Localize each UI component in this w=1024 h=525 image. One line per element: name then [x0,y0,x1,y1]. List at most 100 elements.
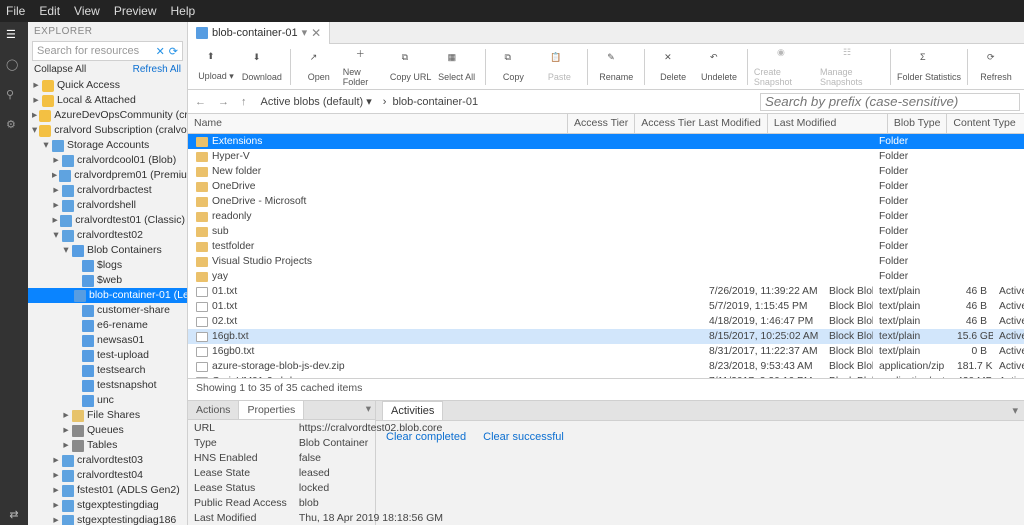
menu-preview[interactable]: Preview [114,4,157,18]
grid-row[interactable]: azure-storage-blob-js-dev.zip8/23/2018, … [188,359,1024,374]
tree-node[interactable]: ▾Storage Accounts [28,138,187,153]
grid-row[interactable]: Visual Studio ProjectsFolder [188,254,1024,269]
tree-node[interactable]: e6-rename [28,318,187,333]
panel-collapse-icon[interactable]: ▾ [362,401,375,419]
person-icon[interactable]: ◯ [6,58,22,74]
refresh-button[interactable]: ⟳Refresh [974,45,1018,89]
col-mod[interactable]: Last Modified [768,114,888,133]
tree-node[interactable]: ▾Blob Containers [28,243,187,258]
tree-node[interactable]: ▾cralvordtest02 [28,228,187,243]
clear-successful-link[interactable]: Clear successful [483,431,564,443]
grid-row[interactable]: New folderFolder [188,164,1024,179]
tree-node[interactable]: ▸File Shares [28,408,187,423]
grid-row[interactable]: 01.txt7/26/2019, 11:39:22 AMBlock Blobte… [188,284,1024,299]
tree-node[interactable]: ▸fstest01 (ADLS Gen2) [28,483,187,498]
grid-row[interactable]: 16gb0.txt8/31/2017, 11:22:37 AMBlock Blo… [188,344,1024,359]
download-button[interactable]: ⬇Download [240,45,284,89]
col-access[interactable]: Access Tier [568,114,635,133]
grid-row[interactable]: 01.txt5/7/2019, 1:15:45 PMBlock Blobtext… [188,299,1024,314]
tree-node[interactable]: blob-container-01 (Leased) [28,288,187,303]
tree-node[interactable]: ▸cralvordtest03 [28,453,187,468]
grid-row[interactable]: 16gb.txt8/15/2017, 10:25:02 AMBlock Blob… [188,329,1024,344]
tree-node[interactable]: ▸cralvordprem01 (Premium) [28,168,187,183]
tab-dropdown-icon[interactable]: ▾ [302,26,308,39]
copy-url-button[interactable]: ⧉Copy URL [389,45,433,89]
tree-node[interactable]: test-upload [28,348,187,363]
status-corner-icon[interactable]: ⇄ [0,503,28,525]
tree-node[interactable]: ▸stgexptestingdiag [28,498,187,513]
scope-dropdown[interactable]: Active blobs (default) ▾ [256,93,377,110]
tree-node[interactable]: ▸cralvordshell [28,198,187,213]
nav-up-icon[interactable]: ↑ [238,96,250,108]
tab-label: blob-container-01 [212,27,298,39]
tree-node[interactable]: ▸cralvordtest01 (Classic) [28,213,187,228]
copy-button[interactable]: ⧉Copy [491,45,535,89]
tree-node[interactable]: newsas01 [28,333,187,348]
tree-node[interactable]: ▾cralvord Subscription (cralvord@microso… [28,123,187,138]
undelete-button[interactable]: ↶Undelete [697,45,741,89]
copy-icon: ⧉ [504,52,522,70]
grid-row[interactable]: subFolder [188,224,1024,239]
tab-properties[interactable]: Properties [239,401,304,419]
grid-row[interactable]: OneDriveFolder [188,179,1024,194]
tree-node[interactable]: ▸Tables [28,438,187,453]
nav-fwd-icon[interactable]: → [215,96,232,108]
list-icon[interactable]: ☰ [6,28,22,44]
menu-file[interactable]: File [6,4,25,18]
copy-url-icon: ⧉ [402,52,420,70]
grid-row[interactable]: CraigVM01-2.vhdx7/11/2017, 3:20:16 PMBlo… [188,374,1024,378]
tree-node[interactable]: ▸AzureDevOpsCommunity (cralvord@microso [28,108,187,123]
tree-node[interactable]: $logs [28,258,187,273]
refresh-icon[interactable]: ⟳ [169,45,178,58]
tree-node[interactable]: ▸cralvordcool01 (Blob) [28,153,187,168]
menu-view[interactable]: View [74,4,100,18]
plug-icon[interactable]: ⚲ [6,88,22,104]
stats-button[interactable]: ΣFolder Statistics [897,45,961,89]
grid-row[interactable]: readonlyFolder [188,209,1024,224]
col-btype[interactable]: Blob Type [888,114,948,133]
delete-button[interactable]: ✕Delete [651,45,695,89]
tree-node[interactable]: customer-share [28,303,187,318]
new-folder-button[interactable]: ＋New Folder [343,45,387,89]
grid-row[interactable]: testfolderFolder [188,239,1024,254]
nav-back-icon[interactable]: ← [192,96,209,108]
tree-node[interactable]: testsearch [28,363,187,378]
grid-row[interactable]: 02.txt4/18/2019, 1:46:47 PMBlock Blobtex… [188,314,1024,329]
tree-node[interactable]: ▸Local & Attached [28,93,187,108]
tree-node[interactable]: testsnapshot [28,378,187,393]
tree-node[interactable]: ▸cralvordtest04 [28,468,187,483]
col-ctype[interactable]: Content Type [947,114,1024,133]
tree-node[interactable]: unc [28,393,187,408]
rename-button[interactable]: ✎Rename [594,45,638,89]
tree-node[interactable]: ▸Quick Access [28,78,187,93]
filter-input[interactable] [760,93,1020,111]
collapse-all-link[interactable]: Collapse All [34,64,86,75]
col-accessmod[interactable]: Access Tier Last Modified [635,114,768,133]
search-clear-icon[interactable]: ✕ [156,45,165,58]
tree-node[interactable]: ▸Queues [28,423,187,438]
grid-row[interactable]: OneDrive - MicrosoftFolder [188,194,1024,209]
upload-button[interactable]: ⬆Upload ▾ [194,45,238,89]
menu-edit[interactable]: Edit [39,4,60,18]
tab-close-icon[interactable]: ✕ [311,26,321,40]
clear-completed-link[interactable]: Clear completed [386,431,466,443]
paste-icon: 📋 [550,52,568,70]
grid-row[interactable]: ExtensionsFolder [188,134,1024,149]
refresh-all-link[interactable]: Refresh All [133,64,181,75]
tree-node[interactable]: ▸cralvordrbactest [28,183,187,198]
menu-help[interactable]: Help [171,4,196,18]
tab-blob-container[interactable]: blob-container-01 ▾ ✕ [188,22,330,44]
gear-icon[interactable]: ⚙ [6,118,22,134]
tree-node[interactable]: ▸stgexptestingdiag186 [28,513,187,525]
breadcrumb[interactable]: blob-container-01 [392,96,478,108]
select-all-button[interactable]: ▦Select All [435,45,479,89]
grid-row[interactable]: Hyper-VFolder [188,149,1024,164]
tab-activities[interactable]: Activities [382,401,443,420]
grid-row[interactable]: yayFolder [188,269,1024,284]
activities-collapse-icon[interactable]: ▾ [1012,404,1018,417]
tab-actions[interactable]: Actions [188,401,239,419]
open-button[interactable]: ↗Open [297,45,341,89]
explorer-search[interactable]: Search for resources ✕ ⟳ [32,41,183,61]
tree-node[interactable]: $web [28,273,187,288]
col-name[interactable]: Name [188,114,568,133]
